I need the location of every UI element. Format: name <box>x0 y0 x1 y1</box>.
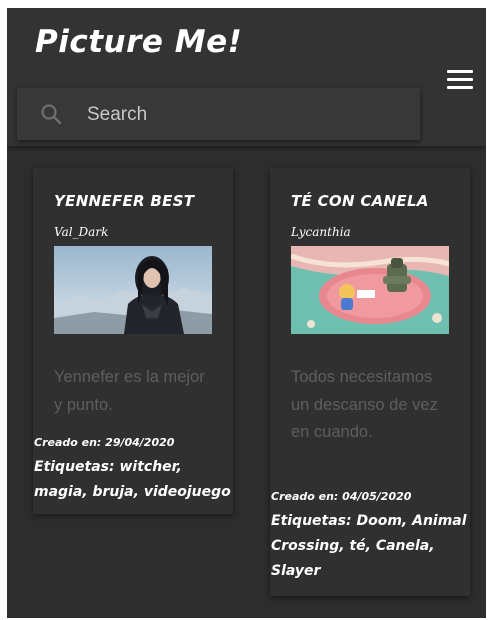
post-description: Todos necesitamos un descanso de vez en … <box>291 368 438 441</box>
search-icon <box>41 104 62 125</box>
post-date: Creado en: 29/04/2020 <box>34 436 175 449</box>
post-image[interactable] <box>291 246 449 334</box>
post-title[interactable]: YENNEFER BEST <box>54 192 194 210</box>
post-author[interactable]: Lycanthia <box>291 225 351 239</box>
post-tags: Etiquetas: Doom, Animal Crossing, té, Ca… <box>271 513 467 579</box>
hamburger-menu-icon[interactable] <box>447 70 473 90</box>
post-description: Yennefer es la mejor y punto. <box>54 368 205 414</box>
search-input[interactable] <box>85 98 409 132</box>
app-container: Picture Me! YENNEFER BEST Val_Dark <box>7 8 486 618</box>
post-title[interactable]: TÉ CON CANELA <box>291 192 429 210</box>
app-title: Picture Me! <box>35 24 243 60</box>
post-card[interactable]: TÉ CON CANELA Lycanthia Todos necesitamo… <box>270 168 470 596</box>
post-date: Creado en: 04/05/2020 <box>271 490 412 503</box>
post-tags: Etiquetas: witcher, magia, bruja, videoj… <box>34 459 231 500</box>
post-card[interactable]: YENNEFER BEST Val_Dark Yennefer es la me… <box>33 168 233 514</box>
post-image[interactable] <box>54 246 212 334</box>
post-author[interactable]: Val_Dark <box>54 225 108 239</box>
search-bar <box>17 88 420 140</box>
app-header: Picture Me! <box>7 8 486 146</box>
